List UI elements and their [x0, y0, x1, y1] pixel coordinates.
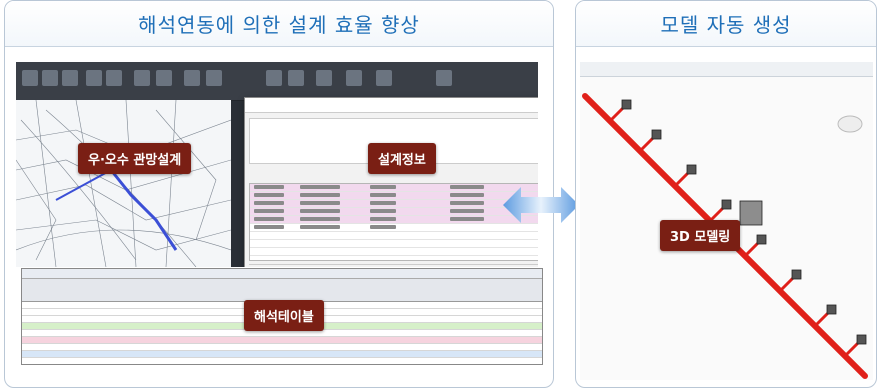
design-info-dialog — [244, 97, 538, 267]
design-info-badge: 설계정보 — [368, 143, 436, 174]
double-arrow-icon — [503, 187, 579, 223]
analysis-table-badge: 해석테이블 — [244, 300, 324, 331]
model-toolbar — [580, 62, 873, 77]
dialog-title-bar — [245, 98, 538, 113]
cad-toolbar — [16, 62, 538, 101]
pipe-design-badge: 우·오수 관망설계 — [78, 143, 192, 174]
modeling-badge: 3D 모델링 — [660, 220, 741, 251]
pipe-network-drawing — [16, 100, 231, 267]
right-panel-title: 모델 자동 생성 — [576, 1, 876, 47]
left-panel-title: 해석연동에 의한 설계 효율 향상 — [5, 1, 553, 47]
dialog-grid — [249, 183, 538, 261]
dialog-footer — [249, 264, 538, 267]
